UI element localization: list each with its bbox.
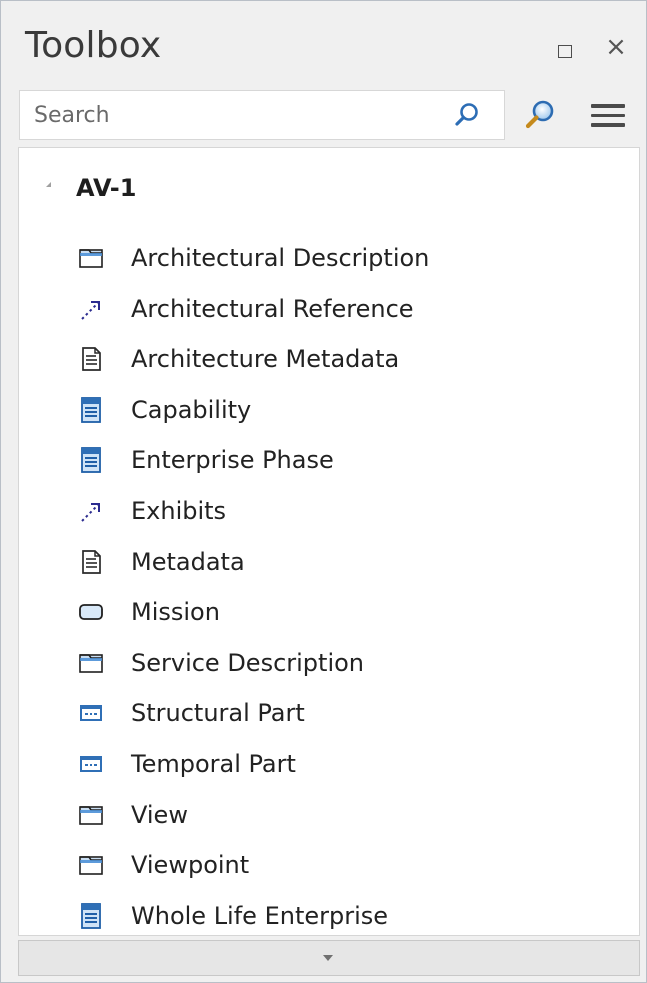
toolbox-item-label: Capability <box>131 395 252 424</box>
toolbox-item[interactable]: View <box>77 793 627 837</box>
toolbox-item[interactable]: Architectural Description <box>77 236 627 280</box>
toolbox-item[interactable]: Metadata <box>77 540 627 584</box>
group-header[interactable]: AV-1 <box>19 168 639 208</box>
toolbox-item[interactable]: Architectural Reference <box>77 287 627 331</box>
collapse-arrow-icon[interactable] <box>46 182 51 187</box>
toolbox-item[interactable]: Structural Part <box>77 691 627 735</box>
search-input[interactable] <box>20 91 440 139</box>
scroll-down-bar[interactable] <box>18 940 640 976</box>
class-element-icon <box>77 396 105 424</box>
toolbox-item-label: Viewpoint <box>131 851 250 880</box>
toolbox-item-label: Enterprise Phase <box>131 446 334 475</box>
toolbox-item-label: Structural Part <box>131 699 305 728</box>
toolbox-list: AV-1 Architectural Description Architectu… <box>18 147 640 936</box>
toolbox-panel: Toolbox × Search AV-1 Architectural Desc… <box>0 0 647 983</box>
dependency-arrow-icon <box>77 295 105 323</box>
toolbox-item[interactable]: Whole Life Enterprise <box>77 894 627 938</box>
toolbox-item[interactable]: Mission <box>77 590 627 634</box>
maximize-icon <box>558 44 572 58</box>
group-title: AV-1 <box>76 174 137 202</box>
search-box <box>19 90 505 140</box>
toolbox-item-label: Whole Life Enterprise <box>131 901 389 930</box>
document-icon <box>77 548 105 576</box>
toolbox-item-label: Temporal Part <box>131 750 296 778</box>
folder-icon <box>77 244 105 272</box>
toolbox-item[interactable]: Temporal Part <box>77 742 627 786</box>
document-icon <box>77 345 105 373</box>
toolbox-item-label: Service Description <box>131 648 365 677</box>
class-element-icon <box>77 902 105 930</box>
close-button[interactable]: × <box>604 32 628 62</box>
find-in-toolbox-icon[interactable] <box>522 97 558 133</box>
toolbox-item-label: Architectural Description <box>131 244 430 272</box>
search-row <box>19 90 639 142</box>
part-icon <box>77 750 105 778</box>
toolbox-item[interactable]: Capability <box>77 388 627 432</box>
panel-title: Toolbox <box>25 25 162 66</box>
toolbox-item-label: Architecture Metadata <box>131 345 400 374</box>
toolbox-item-label: Architectural Reference <box>131 294 414 323</box>
toolbox-titlebar: Toolbox × <box>1 1 646 87</box>
folder-icon <box>77 851 105 879</box>
toolbox-item-label: Exhibits <box>131 497 227 525</box>
maximize-button[interactable] <box>553 39 577 63</box>
toolbox-item[interactable]: Service Description <box>77 641 627 685</box>
scroll-down-arrow-icon[interactable] <box>323 955 333 961</box>
toolbox-item-label: View <box>131 800 188 829</box>
toolbox-item-label: Metadata <box>131 547 245 576</box>
toolbox-item[interactable]: Architecture Metadata <box>77 337 627 381</box>
menu-icon[interactable] <box>591 104 625 130</box>
search-icon[interactable] <box>452 100 482 130</box>
toolbox-item[interactable]: Exhibits <box>77 489 627 533</box>
part-icon <box>77 699 105 727</box>
rounded-rect-icon <box>77 598 105 626</box>
dependency-arrow-icon <box>77 497 105 525</box>
folder-icon <box>77 801 105 829</box>
folder-icon <box>77 649 105 677</box>
toolbox-item[interactable]: Viewpoint <box>77 843 627 887</box>
toolbox-item[interactable]: Enterprise Phase <box>77 438 627 482</box>
class-element-icon <box>77 446 105 474</box>
toolbox-item-label: Mission <box>131 598 220 627</box>
